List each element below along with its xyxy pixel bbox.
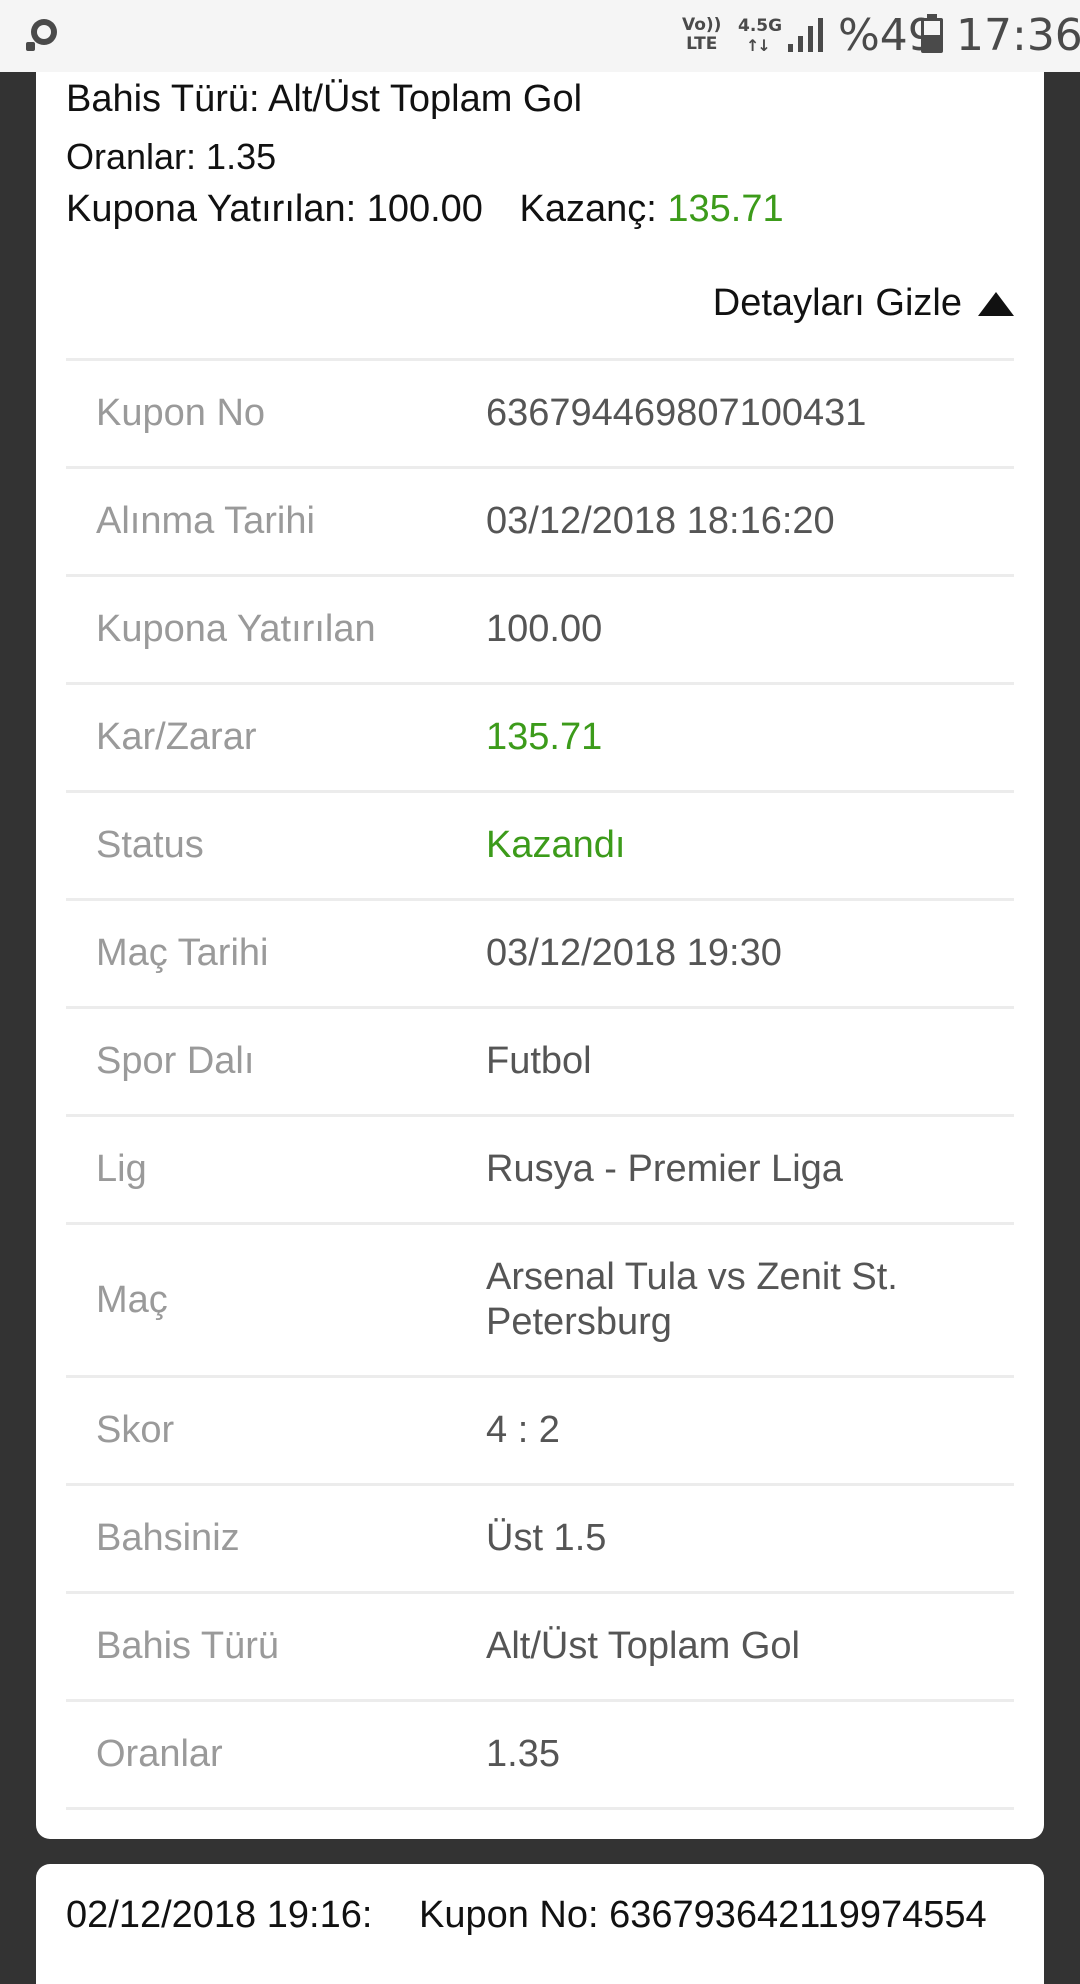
detail-row-status: Status Kazandı [66,793,1014,901]
data-activity-icon: ↑↓ [746,36,771,55]
detail-label: Oranlar [96,1733,223,1775]
detail-row-profit-loss: Kar/Zarar 135.71 [66,685,1014,793]
detail-label: Kupon No [96,392,266,434]
detail-value: 135.71 [486,716,603,758]
detail-row-coupon-no: Kupon No 636794469807100431 [66,361,1014,469]
detail-value: 03/12/2018 19:30 [486,932,782,974]
detail-label: Kupona Yatırılan [96,608,376,650]
coupon-card: Bahis Türü: Alt/Üst Toplam Gol Oranlar: … [36,72,1044,1839]
detail-label: Status [96,824,204,866]
signal-icon [788,18,823,52]
hide-details-label: Detayları Gizle [712,282,962,324]
next-coupon-number: Kupon No: 636793642119974554 [418,1894,987,1936]
detail-value: 03/12/2018 18:16:20 [486,500,835,542]
clock: 17:36 [956,10,1080,61]
detail-value: Alt/Üst Toplam Gol [486,1625,800,1667]
detail-label: Alınma Tarihi [96,500,315,542]
detail-label: Spor Dalı [96,1040,255,1082]
summary-gain-value: 135.71 [667,188,784,230]
detail-label: Kar/Zarar [96,716,257,758]
detail-value: Üst 1.5 [486,1517,607,1559]
summary-gain-label: Kazanç: [519,188,657,230]
battery-icon [921,14,943,53]
detail-row-odds: Oranlar 1.35 [66,1702,1014,1810]
network-type: 4.5G [738,16,783,36]
detail-label: Skor [96,1409,175,1451]
summary-stake-row: Kupona Yatırılan: 100.00 Kazanç: 135.71 [66,188,784,231]
status-bar: Vo)) LTE 4.5G ↑↓ %49 17:36 [0,0,1080,72]
next-coupon-header: 02/12/2018 19:16: Kupon No: 636793642119… [66,1894,987,1937]
detail-row-bet-type: Bahis Türü Alt/Üst Toplam Gol [66,1594,1014,1702]
detail-value: 4 : 2 [486,1409,560,1451]
detail-value: 636794469807100431 [486,392,867,434]
next-coupon-date: 02/12/2018 19:16: [66,1894,373,1936]
detail-row-league: Lig Rusya - Premier Liga [66,1117,1014,1225]
detail-label: Maç Tarihi [96,932,269,974]
hide-details-button[interactable]: Detayları Gizle [713,282,1014,325]
detail-value: 100.00 [486,608,603,650]
detail-label: Lig [96,1148,147,1190]
detail-row-your-bet: Bahsiniz Üst 1.5 [66,1486,1014,1594]
detail-value: Kazandı [486,824,626,866]
details-table: Kupon No 636794469807100431 Alınma Tarih… [66,358,1014,1810]
detail-label: Bahis Türü [96,1625,280,1667]
detail-label: Maç [96,1278,168,1321]
detail-row-match: Maç Arsenal Tula vs Zenit St. Petersburg [66,1225,1014,1378]
summary-bet-type: Bahis Türü: Alt/Üst Toplam Gol [66,78,583,120]
detail-value: Futbol [486,1040,592,1082]
detail-row-stake: Kupona Yatırılan 100.00 [66,577,1014,685]
detail-label: Bahsiniz [96,1517,240,1559]
detail-value: 1.35 [486,1733,560,1775]
next-coupon-card[interactable]: 02/12/2018 19:16: Kupon No: 636793642119… [36,1864,1044,1984]
detail-row-date-taken: Alınma Tarihi 03/12/2018 18:16:20 [66,469,1014,577]
detail-value: Rusya - Premier Liga [486,1148,843,1190]
collapse-triangle-icon [978,291,1014,316]
volte-indicator: Vo)) LTE [682,15,722,54]
search-bubble-icon [26,19,57,51]
detail-row-score: Skor 4 : 2 [66,1378,1014,1486]
summary-stake: Kupona Yatırılan: 100.00 [66,188,483,230]
summary-odds: Oranlar: 1.35 [66,136,277,177]
detail-value: Arsenal Tula vs Zenit St. Petersburg [486,1256,898,1343]
detail-row-match-date: Maç Tarihi 03/12/2018 19:30 [66,901,1014,1009]
detail-row-sport: Spor Dalı Futbol [66,1009,1014,1117]
